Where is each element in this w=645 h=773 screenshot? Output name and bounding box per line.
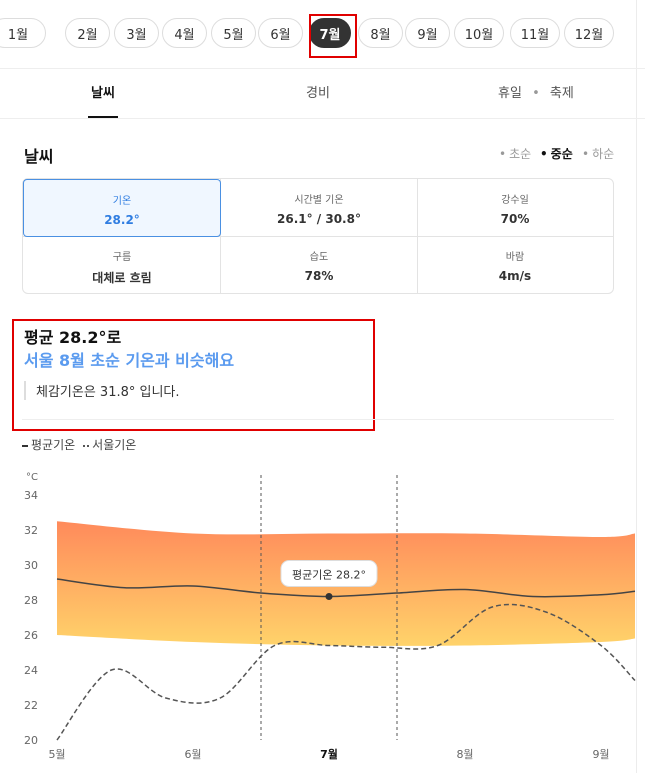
tooltip-label: 평균기온 28.2° <box>292 569 366 582</box>
chart-legend: 평균기온 서울기온 <box>22 436 136 453</box>
stat-value: 70% <box>500 212 530 226</box>
y-axis-unit: °C <box>26 472 38 483</box>
y-tick-label: 26 <box>24 629 38 642</box>
month-pill-12[interactable]: 12월 <box>564 18 614 48</box>
stat-value: 28.2° <box>104 213 140 227</box>
stat-wind[interactable]: 바람 4m/s <box>417 236 613 294</box>
section-title: 날씨 <box>24 147 54 166</box>
stat-value: 대체로 흐림 <box>92 271 152 285</box>
active-tab-indicator <box>88 116 118 118</box>
stat-label: 구름 <box>112 252 132 263</box>
month-pill-5[interactable]: 5월 <box>211 18 256 48</box>
phase-late[interactable]: 하순 <box>582 145 614 162</box>
summary-highlight <box>12 319 375 431</box>
x-tick-label: 6월 <box>184 748 201 761</box>
weather-stats-grid: 기온 28.2° 시간별 기온 26.1° / 30.8° 강수일 70% 구름… <box>22 178 614 294</box>
stat-label: 습도 <box>309 252 329 263</box>
month-pill-6[interactable]: 6월 <box>258 18 303 48</box>
stat-value: 26.1° / 30.8° <box>277 212 361 226</box>
legend-avg-label: 평균기온 <box>31 438 76 452</box>
stat-value: 78% <box>304 269 334 283</box>
x-tick-label: 9월 <box>592 748 609 761</box>
stat-temperature[interactable]: 기온 28.2° <box>23 179 221 237</box>
x-tick-label: 8월 <box>456 748 473 761</box>
stat-humidity[interactable]: 습도 78% <box>220 236 418 294</box>
stat-cloud[interactable]: 구름 대체로 흐림 <box>23 236 221 294</box>
stat-label: 시간별 기온 <box>294 195 344 206</box>
y-tick-label: 34 <box>24 489 38 502</box>
stat-hourly-temperature[interactable]: 시간별 기온 26.1° / 30.8° <box>220 179 418 237</box>
divider <box>22 419 614 420</box>
stat-precipitation[interactable]: 강수일 70% <box>417 179 613 237</box>
tab-holiday-festival[interactable]: 휴일 • 축제 <box>498 82 574 101</box>
y-tick-label: 30 <box>24 559 38 572</box>
tab-cost[interactable]: 경비 <box>306 82 330 101</box>
stat-label: 바람 <box>505 252 525 263</box>
y-tick-label: 32 <box>24 524 38 537</box>
y-tick-label: 22 <box>24 699 38 712</box>
tooltip-point <box>325 593 333 600</box>
month-pill-11[interactable]: 11월 <box>510 18 560 48</box>
temperature-chart: °C 20 22 24 26 28 30 32 34 평균기온 28.2° 5월 6월 7월 8월 9월 <box>24 472 636 761</box>
selected-month-highlight <box>309 14 357 58</box>
legend-seoul: 서울기온 <box>83 436 136 453</box>
legend-seoul-label: 서울기온 <box>92 438 137 452</box>
month-pill-2[interactable]: 2월 <box>65 18 110 48</box>
phase-early[interactable]: 초순 <box>499 145 531 162</box>
legend-seoul-marker <box>83 444 90 447</box>
month-pill-8[interactable]: 8월 <box>358 18 403 48</box>
stat-label: 강수일 <box>501 195 529 206</box>
x-tick-label: 5월 <box>48 748 65 761</box>
tab-weather[interactable]: 날씨 <box>91 82 115 101</box>
tab-separator: • <box>532 86 540 101</box>
month-pill-1[interactable]: 1월 <box>0 18 46 48</box>
month-pill-4[interactable]: 4월 <box>162 18 207 48</box>
tab-bar: 날씨 경비 휴일 • 축제 <box>0 68 645 119</box>
y-tick-label: 28 <box>24 594 38 607</box>
tab-holiday-label: 휴일 <box>498 86 522 101</box>
y-tick-label: 24 <box>24 664 38 677</box>
month-pill-3[interactable]: 3월 <box>114 18 159 48</box>
x-tick-label: 7월 <box>320 747 338 761</box>
legend-avg-marker <box>22 444 28 447</box>
month-pill-9[interactable]: 9월 <box>405 18 450 48</box>
stat-label: 기온 <box>112 196 132 207</box>
month-pill-10[interactable]: 10월 <box>454 18 504 48</box>
stat-value: 4m/s <box>498 269 532 283</box>
legend-avg: 평균기온 <box>22 436 75 453</box>
y-tick-label: 20 <box>24 734 38 747</box>
tab-festival-label: 축제 <box>549 86 574 101</box>
phase-mid[interactable]: 중순 <box>540 145 573 162</box>
